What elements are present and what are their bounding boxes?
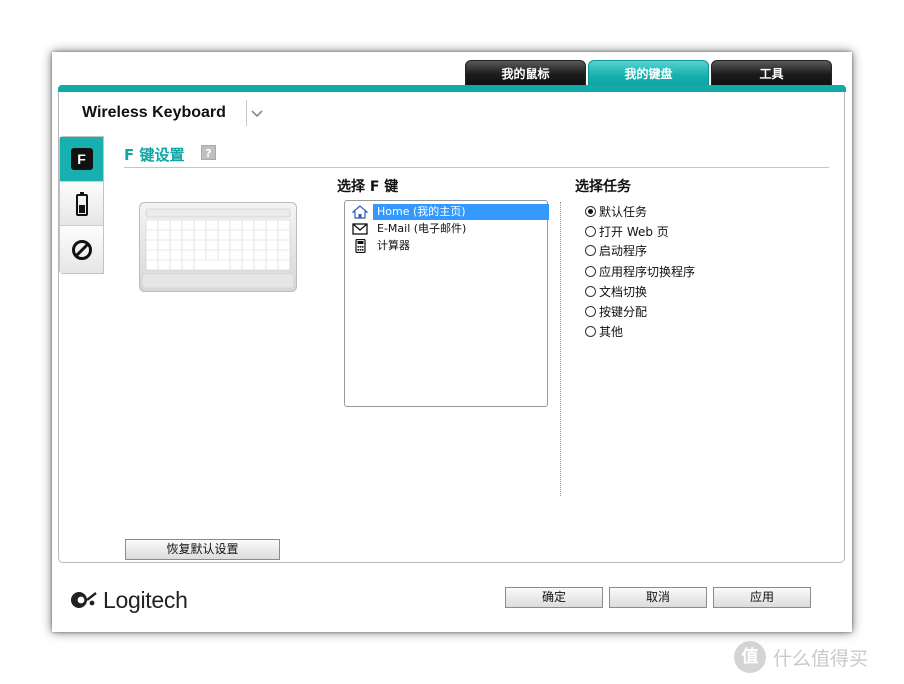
radio-indicator[interactable] — [585, 244, 596, 256]
side-tab-f-keys[interactable]: F — [60, 137, 103, 181]
radio-app-switcher[interactable]: 应用程序切换程序 — [585, 263, 695, 279]
radio-launch-program[interactable]: 启动程序 — [585, 242, 647, 258]
radio-indicator[interactable] — [585, 265, 596, 277]
f-key-list[interactable]: Home (我的主页) E-Mail (电子邮件) 计算器 — [344, 200, 549, 407]
watermark-text: 什么值得买 — [773, 647, 869, 670]
radio-default-task[interactable]: 默认任务 — [585, 203, 647, 219]
mail-icon — [352, 223, 368, 235]
tab-tools[interactable]: 工具 — [711, 60, 832, 86]
tab-accent-bar — [58, 85, 846, 92]
radio-label: 默认任务 — [599, 204, 648, 219]
side-tab-disable[interactable] — [60, 225, 103, 273]
radio-indicator[interactable] — [585, 305, 596, 317]
radio-key-assignment[interactable]: 按键分配 — [585, 303, 647, 319]
logitech-wordmark: Logitech — [103, 586, 188, 613]
select-task-title: 选择任务 — [575, 179, 631, 195]
section-divider — [124, 167, 829, 168]
home-icon — [352, 205, 368, 219]
radio-label: 应用程序切换程序 — [599, 264, 696, 279]
logitech-logo-icon — [71, 592, 97, 608]
list-item[interactable]: 计算器 — [349, 238, 545, 254]
apply-button[interactable]: 应用 — [713, 587, 811, 608]
radio-indicator[interactable] — [585, 225, 596, 237]
chevron-down-icon[interactable] — [249, 105, 265, 121]
cancel-button[interactable]: 取消 — [609, 587, 707, 608]
tab-my-mouse[interactable]: 我的鼠标 — [465, 60, 586, 86]
watermark: 值 什么值得买 — [734, 640, 868, 674]
keyboard-illustration — [139, 202, 297, 292]
radio-other[interactable]: 其他 — [585, 323, 623, 339]
radio-indicator[interactable] — [585, 205, 596, 217]
logitech-logo: Logitech — [70, 585, 188, 615]
disable-icon — [71, 239, 92, 260]
radio-label: 按键分配 — [599, 304, 648, 319]
radio-document-switch[interactable]: 文档切换 — [585, 283, 647, 299]
radio-indicator[interactable] — [585, 325, 596, 337]
radio-label: 打开 Web 页 — [599, 224, 669, 239]
side-tab-strip: F — [59, 136, 104, 274]
radio-indicator[interactable] — [585, 285, 596, 297]
help-icon[interactable]: ? — [201, 145, 216, 160]
calculator-icon — [355, 239, 366, 253]
restore-defaults-button[interactable]: 恢复默认设置 — [125, 539, 280, 560]
list-item[interactable]: E-Mail (电子邮件) — [349, 221, 545, 237]
battery-icon — [75, 191, 88, 216]
radio-label: 其他 — [599, 324, 624, 339]
tab-my-keyboard[interactable]: 我的键盘 — [588, 60, 709, 86]
list-item-label: E-Mail (电子邮件) — [377, 222, 467, 235]
watermark-logo: 值 — [734, 641, 766, 673]
f-key-icon: F — [70, 148, 93, 170]
list-item-label: 计算器 — [377, 239, 410, 252]
list-item-label: Home (我的主页) — [373, 204, 549, 220]
list-item[interactable]: Home (我的主页) — [349, 204, 549, 220]
radio-label: 启动程序 — [599, 243, 648, 258]
device-separator — [246, 100, 247, 126]
radio-label: 文档切换 — [599, 284, 648, 299]
section-title: F 键设置 — [124, 146, 185, 164]
side-tab-battery[interactable] — [60, 181, 103, 225]
device-name: Wireless Keyboard — [82, 104, 226, 121]
radio-open-web-page[interactable]: 打开 Web 页 — [585, 223, 669, 239]
logitech-settings-window: 我的鼠标 我的键盘 工具 Wireless Keyboard F F 键设置 ? — [52, 52, 852, 632]
ok-button[interactable]: 确定 — [505, 587, 603, 608]
select-key-title: 选择 F 键 — [337, 179, 399, 195]
column-divider — [560, 202, 561, 496]
